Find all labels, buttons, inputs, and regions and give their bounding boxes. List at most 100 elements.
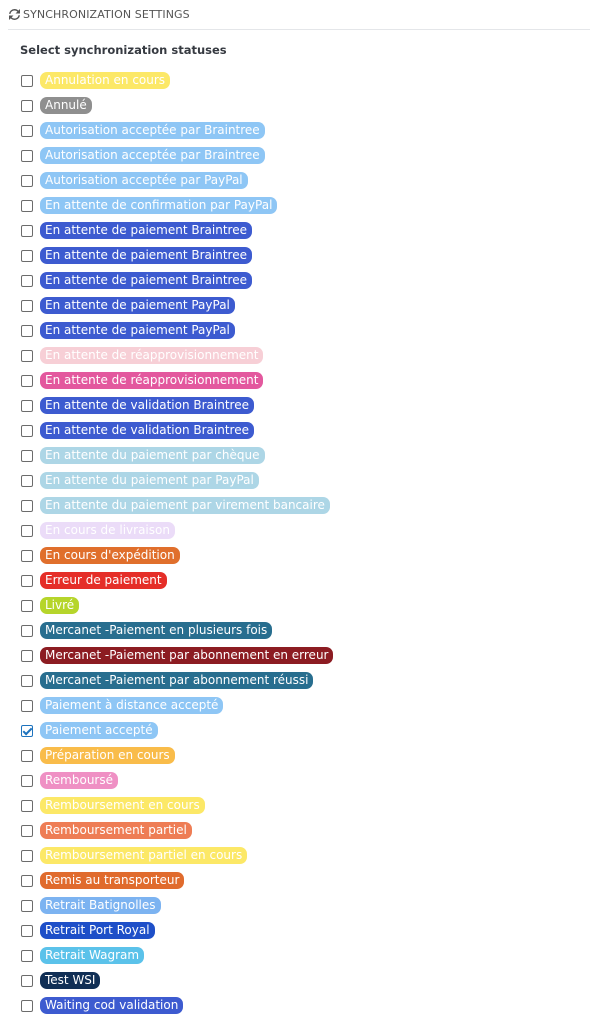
status-row[interactable]: En attente du paiement par PayPal <box>0 469 590 494</box>
status-checkbox[interactable] <box>21 500 33 512</box>
status-checkbox[interactable] <box>21 150 33 162</box>
status-checkbox[interactable] <box>21 675 33 687</box>
status-row[interactable]: Remboursement partiel en cours <box>0 844 590 869</box>
status-row[interactable]: En attente de validation Braintree <box>0 419 590 444</box>
status-row[interactable]: Autorisation acceptée par Braintree <box>0 119 590 144</box>
status-row[interactable]: En attente de paiement Braintree <box>0 269 590 294</box>
status-checkbox[interactable] <box>21 850 33 862</box>
status-row[interactable]: En attente de réapprovisionnement <box>0 369 590 394</box>
status-checkbox[interactable] <box>21 275 33 287</box>
status-checkbox[interactable] <box>21 200 33 212</box>
status-label-badge: Livré <box>40 597 80 614</box>
status-checkbox[interactable] <box>21 300 33 312</box>
status-row[interactable]: Retrait Batignolles <box>0 894 590 919</box>
status-checkbox[interactable] <box>21 225 33 237</box>
status-row[interactable]: En attente de paiement PayPal <box>0 294 590 319</box>
status-row[interactable]: Préparation en cours <box>0 744 590 769</box>
status-checkbox[interactable] <box>21 625 33 637</box>
status-row[interactable]: Remboursement partiel <box>0 819 590 844</box>
status-label-badge: Autorisation acceptée par PayPal <box>40 172 248 189</box>
status-label-badge: Autorisation acceptée par Braintree <box>40 122 265 139</box>
status-checkbox[interactable] <box>21 450 33 462</box>
status-row[interactable]: En attente du paiement par virement banc… <box>0 494 590 519</box>
status-checkbox[interactable] <box>21 75 33 87</box>
status-checkbox[interactable] <box>21 475 33 487</box>
status-checkbox[interactable] <box>21 550 33 562</box>
status-checkbox[interactable] <box>21 925 33 937</box>
status-row[interactable]: Remboursement en cours <box>0 794 590 819</box>
status-row[interactable]: Test WSI <box>0 969 590 994</box>
status-row[interactable]: Annulation en cours <box>0 69 590 94</box>
status-label-badge: En attente de réapprovisionnement <box>40 372 264 389</box>
status-row[interactable]: Autorisation acceptée par PayPal <box>0 169 590 194</box>
status-row[interactable]: En attente de réapprovisionnement <box>0 344 590 369</box>
status-label-badge: Waiting cod validation <box>40 997 184 1014</box>
status-checkbox[interactable] <box>21 400 33 412</box>
status-row[interactable]: Mercanet -Paiement en plusieurs fois <box>0 619 590 644</box>
status-checkbox[interactable] <box>21 1000 33 1012</box>
status-checkbox[interactable] <box>21 825 33 837</box>
status-label-badge: Autorisation acceptée par Braintree <box>40 147 265 164</box>
status-row[interactable]: Mercanet -Paiement par abonnement en err… <box>0 644 590 669</box>
status-row[interactable]: Autorisation acceptée par Braintree <box>0 144 590 169</box>
status-row[interactable]: En attente de validation Braintree <box>0 394 590 419</box>
status-label-badge: Annulation en cours <box>40 72 171 89</box>
status-checkbox[interactable] <box>21 175 33 187</box>
panel-title: SYNCHRONIZATION SETTINGS <box>23 8 190 21</box>
status-row[interactable]: Livré <box>0 594 590 619</box>
status-label-badge: En attente de réapprovisionnement <box>40 347 264 364</box>
status-checkbox[interactable] <box>21 600 33 612</box>
status-label-badge: Paiement accepté <box>40 722 158 739</box>
status-label-badge: En attente de validation Braintree <box>40 397 254 414</box>
status-checkbox[interactable] <box>21 375 33 387</box>
status-checkbox[interactable] <box>21 875 33 887</box>
status-checkbox[interactable] <box>21 950 33 962</box>
status-label-badge: Remis au transporteur <box>40 872 185 889</box>
status-label-badge: Remboursement partiel en cours <box>40 847 248 864</box>
status-row[interactable]: Remboursé <box>0 769 590 794</box>
status-row[interactable]: En cours d'expédition <box>0 544 590 569</box>
status-label-badge: Mercanet -Paiement par abonnement réussi <box>40 672 314 689</box>
status-checkbox[interactable] <box>21 325 33 337</box>
status-checkbox[interactable] <box>21 975 33 987</box>
status-row[interactable]: En attente du paiement par chèque <box>0 444 590 469</box>
status-checkbox[interactable] <box>21 750 33 762</box>
status-label-badge: En attente de validation Braintree <box>40 422 254 439</box>
status-label-badge: En attente de paiement Braintree <box>40 272 252 289</box>
status-label-badge: Test WSI <box>40 972 101 989</box>
status-checkbox[interactable] <box>21 100 33 112</box>
status-row[interactable]: Annulé <box>0 94 590 119</box>
status-checkbox[interactable] <box>21 125 33 137</box>
status-label-badge: En attente de paiement Braintree <box>40 247 252 264</box>
status-row[interactable]: En attente de paiement Braintree <box>0 244 590 269</box>
status-row[interactable]: Remis au transporteur <box>0 869 590 894</box>
status-checkbox[interactable] <box>21 650 33 662</box>
status-checkbox[interactable] <box>21 250 33 262</box>
status-checkbox[interactable] <box>21 350 33 362</box>
status-row[interactable]: Mercanet -Paiement par abonnement réussi <box>0 669 590 694</box>
status-label-badge: En attente de confirmation par PayPal <box>40 197 278 214</box>
status-row[interactable]: Waiting cod validation <box>0 994 590 1019</box>
status-row[interactable]: En attente de paiement Braintree <box>0 219 590 244</box>
status-label-badge: Paiement à distance accepté <box>40 697 224 714</box>
status-row[interactable]: Retrait Port Royal <box>0 919 590 944</box>
status-checkbox[interactable] <box>21 575 33 587</box>
status-label-badge: En attente du paiement par chèque <box>40 447 265 464</box>
status-row[interactable]: En attente de confirmation par PayPal <box>0 194 590 219</box>
status-checkbox[interactable] <box>21 775 33 787</box>
status-row[interactable]: Retrait Wagram <box>0 944 590 969</box>
panel-header: SYNCHRONIZATION SETTINGS <box>8 0 590 30</box>
status-row[interactable]: En cours de livraison <box>0 519 590 544</box>
status-checkbox[interactable] <box>21 900 33 912</box>
status-checkbox[interactable] <box>21 525 33 537</box>
status-checkbox[interactable] <box>21 725 33 737</box>
status-checkbox[interactable] <box>21 700 33 712</box>
status-row[interactable]: Erreur de paiement <box>0 569 590 594</box>
status-label-badge: Remboursement en cours <box>40 797 205 814</box>
status-checkbox[interactable] <box>21 425 33 437</box>
status-checkbox[interactable] <box>21 800 33 812</box>
status-row[interactable]: En attente de paiement PayPal <box>0 319 590 344</box>
status-row[interactable]: Paiement accepté <box>0 719 590 744</box>
status-label-badge: En cours de livraison <box>40 522 175 539</box>
status-row[interactable]: Paiement à distance accepté <box>0 694 590 719</box>
